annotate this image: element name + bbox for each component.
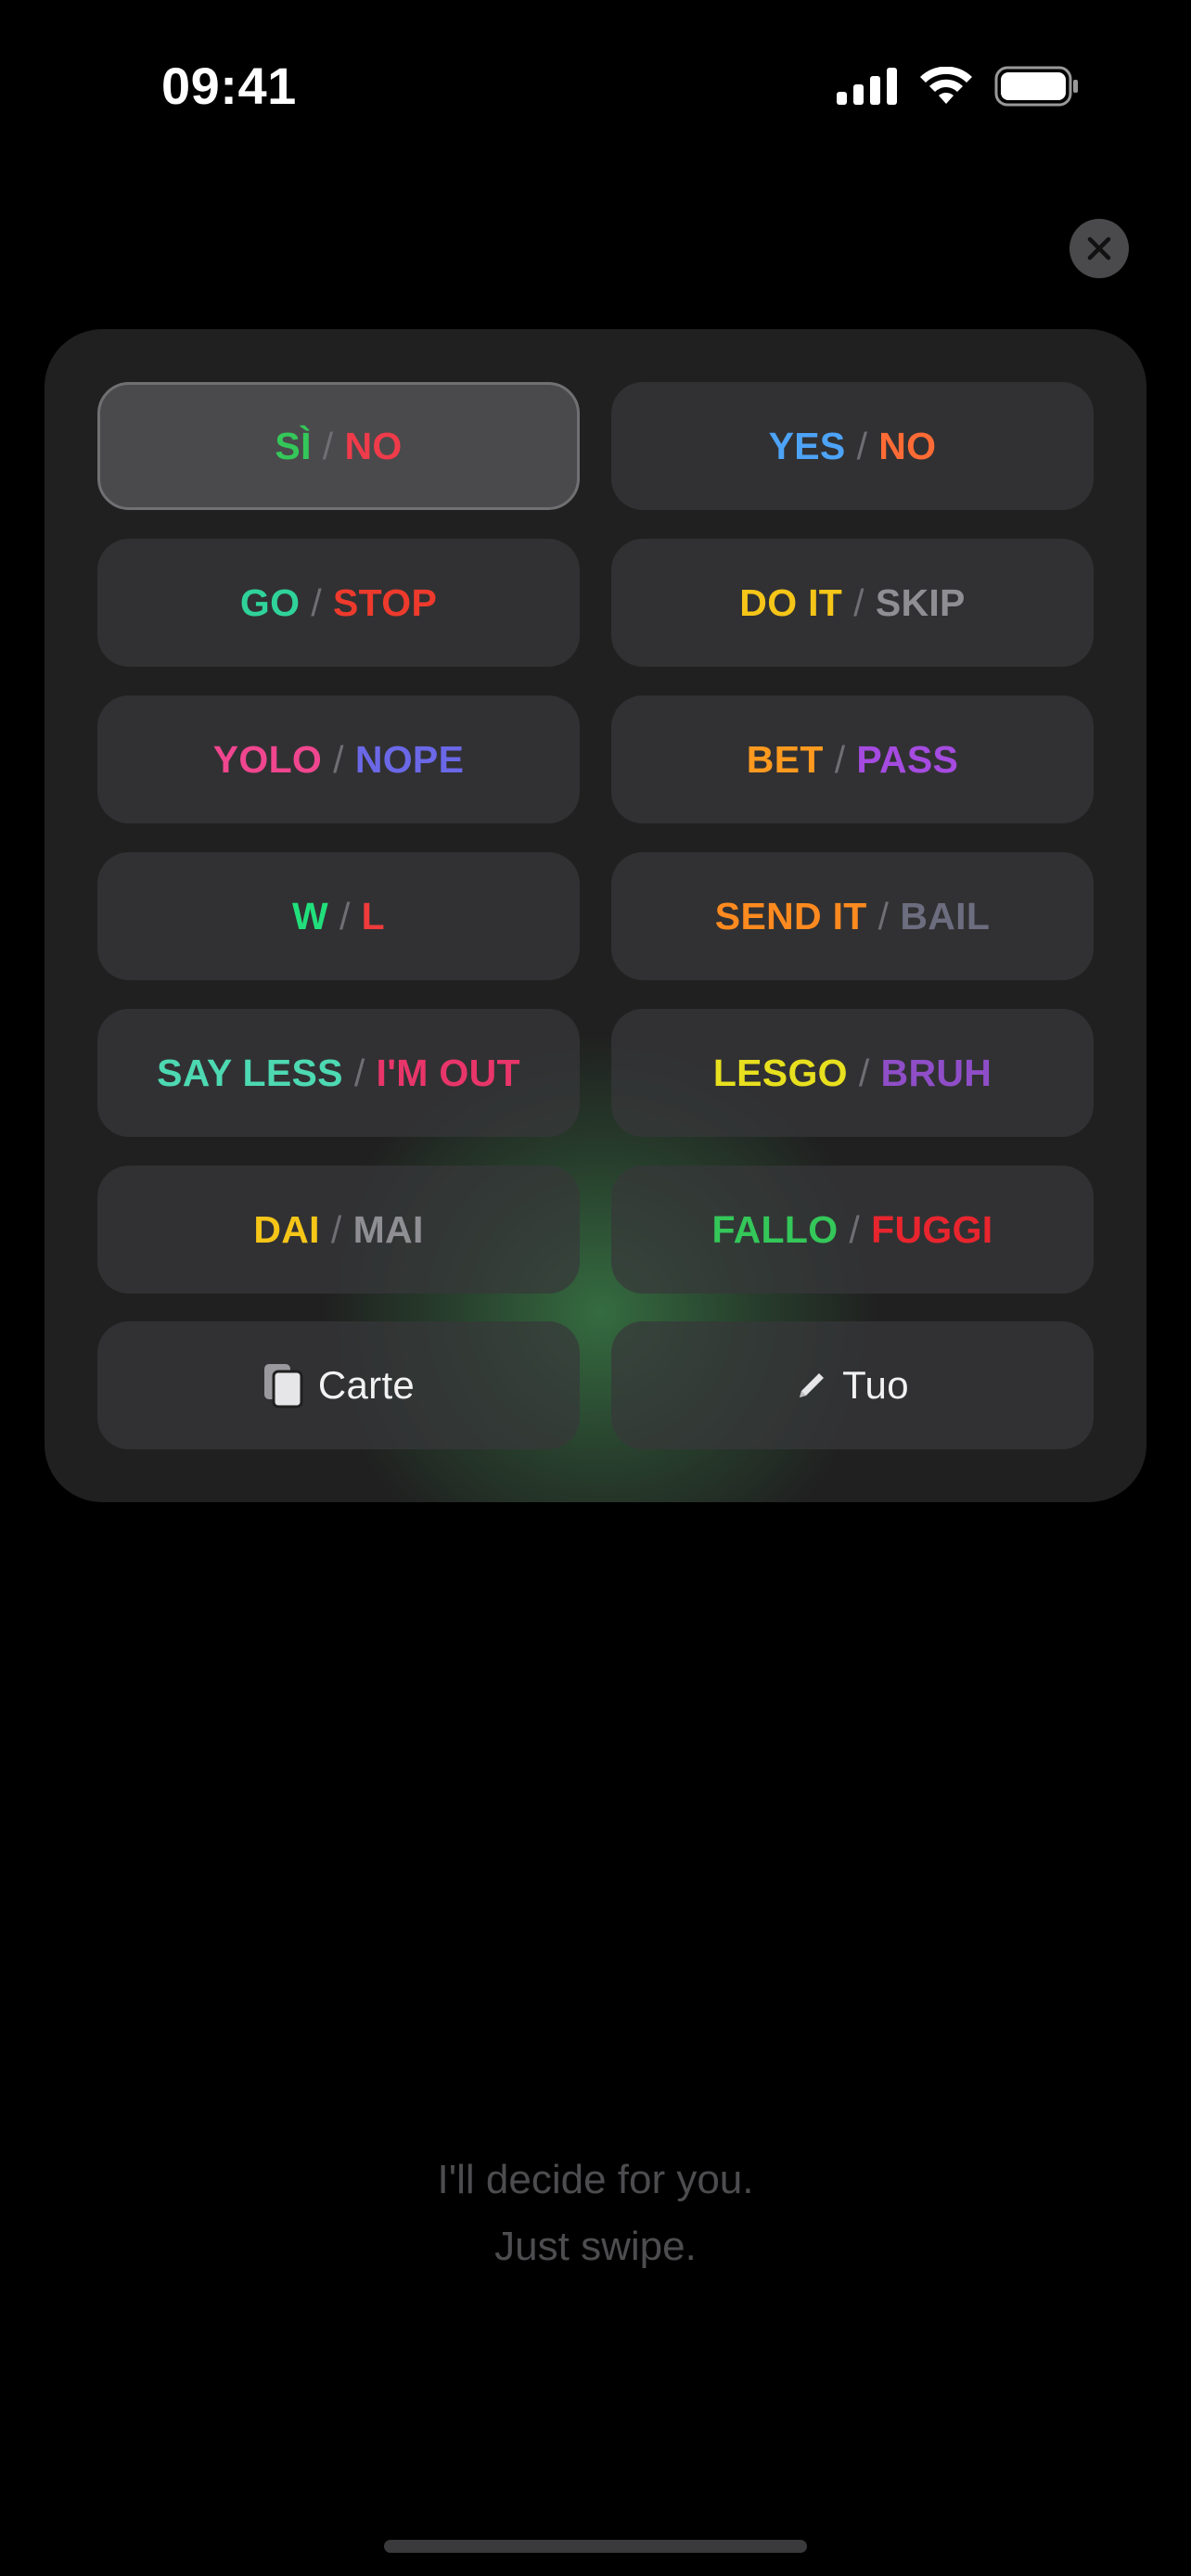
- option-left-label: SEND IT: [714, 894, 867, 937]
- option-button[interactable]: W / L: [97, 852, 580, 980]
- option-button[interactable]: LESGO / BRUH: [611, 1009, 1094, 1137]
- option-right-label: NO: [344, 424, 403, 467]
- option-left-label: FALLO: [711, 1207, 839, 1251]
- option-left-label: YES: [768, 424, 846, 467]
- option-right-label: MAI: [352, 1207, 424, 1251]
- option-separator: /: [322, 424, 334, 467]
- option-left-label: SAY LESS: [157, 1051, 343, 1094]
- option-right-label: L: [361, 894, 386, 937]
- option-button[interactable]: FALLO / FUGGI: [611, 1166, 1094, 1294]
- option-button[interactable]: YOLO / NOPE: [97, 695, 580, 823]
- cellular-signal-icon: [837, 68, 897, 105]
- cards-label: Carte: [317, 1363, 416, 1407]
- pencil-icon: [800, 1373, 825, 1397]
- option-right-label: BAIL: [900, 894, 991, 937]
- option-button[interactable]: SÌ / NO: [97, 382, 580, 510]
- option-right-label: PASS: [856, 737, 959, 781]
- option-right-label: STOP: [333, 580, 438, 624]
- wifi-icon: [920, 67, 972, 104]
- battery-icon: [994, 66, 1078, 107]
- option-right-label: I'M OUT: [376, 1051, 520, 1094]
- option-separator: /: [333, 737, 344, 781]
- option-separator: /: [834, 737, 846, 781]
- option-right-label: NO: [878, 424, 937, 467]
- option-left-label: LESGO: [712, 1051, 848, 1094]
- status-time: 09:41: [161, 57, 297, 115]
- option-separator: /: [858, 1051, 870, 1094]
- close-button[interactable]: [1069, 219, 1129, 278]
- option-button[interactable]: YES / NO: [611, 382, 1094, 510]
- home-indicator[interactable]: [384, 2540, 807, 2553]
- option-left-label: DAI: [253, 1207, 320, 1251]
- option-separator: /: [877, 894, 890, 937]
- option-left-label: GO: [239, 580, 301, 624]
- option-button[interactable]: SEND IT / BAIL: [611, 852, 1094, 980]
- option-button[interactable]: BET / PASS: [611, 695, 1094, 823]
- tagline-line-2: Just swipe.: [494, 2224, 697, 2269]
- cards-icon: [263, 1364, 303, 1409]
- tagline-line-1: I'll decide for you.: [437, 2157, 754, 2202]
- option-separator: /: [353, 1051, 365, 1094]
- option-separator: /: [856, 424, 868, 467]
- option-button[interactable]: SAY LESS / I'M OUT: [97, 1009, 580, 1137]
- option-left-label: W: [291, 894, 328, 937]
- option-right-label: BRUH: [880, 1051, 992, 1094]
- status-bar: 09:41: [0, 0, 1191, 176]
- status-icons: [837, 65, 1080, 108]
- option-button[interactable]: GO / STOP: [97, 539, 580, 667]
- tagline: I'll decide for you. Just swipe.: [0, 2147, 1191, 2280]
- option-left-label: YOLO: [212, 737, 323, 781]
- option-separator: /: [339, 894, 351, 937]
- close-icon: [1087, 236, 1111, 261]
- option-left-label: DO IT: [739, 580, 843, 624]
- option-button[interactable]: DO IT / SKIP: [611, 539, 1094, 667]
- custom-label: Tuo: [842, 1363, 909, 1407]
- options-panel: SÌ / NO YES / NO GO / STOP DO IT / SKIP YOLO / NOPE BET…: [45, 329, 1146, 1502]
- option-right-label: FUGGI: [871, 1207, 993, 1251]
- option-separator: /: [330, 1207, 342, 1251]
- option-right-label: NOPE: [354, 737, 465, 781]
- option-left-label: BET: [746, 737, 824, 781]
- option-separator: /: [853, 580, 864, 624]
- option-button[interactable]: DAI / MAI: [97, 1166, 580, 1294]
- cards-button[interactable]: Carte: [97, 1321, 580, 1449]
- option-separator: /: [311, 580, 322, 624]
- option-right-label: SKIP: [875, 580, 966, 624]
- option-left-label: SÌ: [275, 424, 312, 467]
- custom-button[interactable]: Tuo: [611, 1321, 1094, 1449]
- option-separator: /: [849, 1207, 861, 1251]
